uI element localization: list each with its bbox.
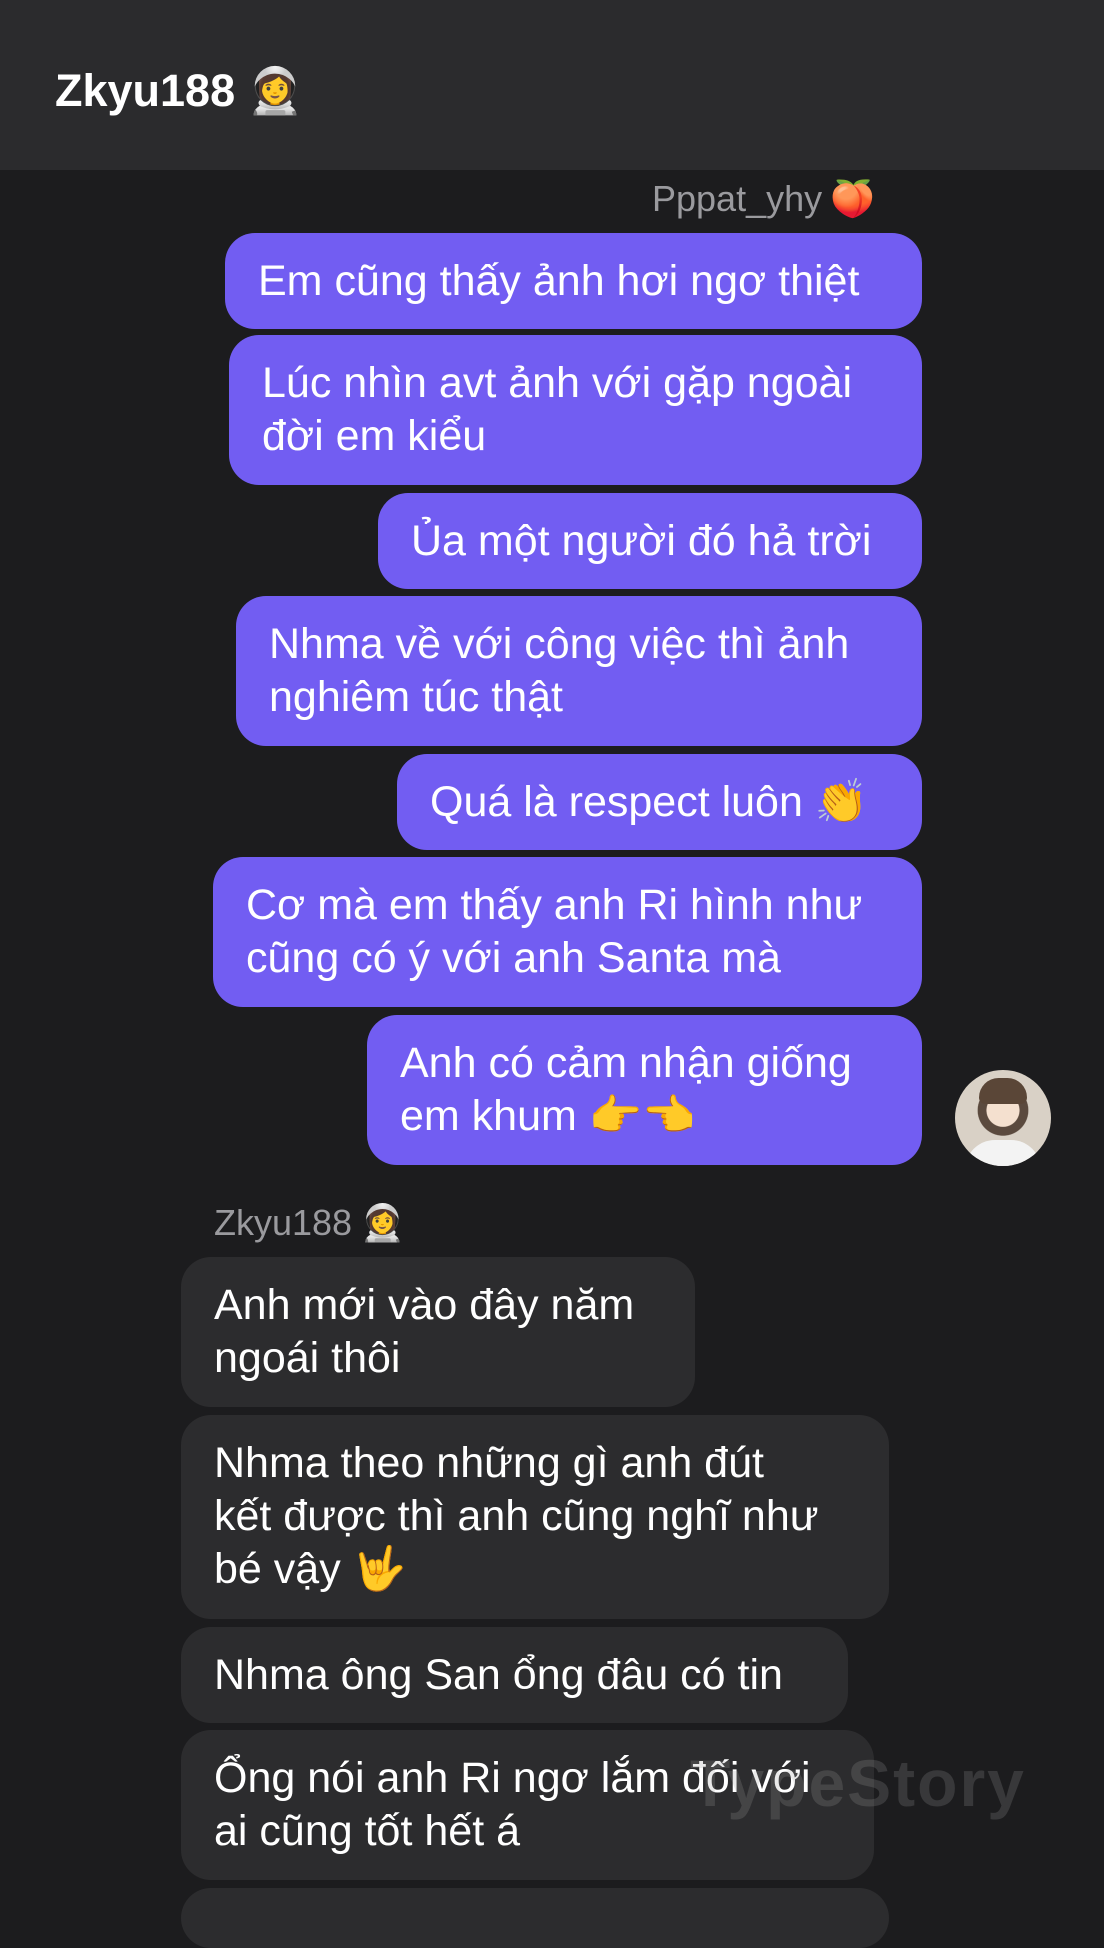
avatar-shirt xyxy=(965,1140,1041,1166)
sent-message[interactable]: Anh có cảm nhận giống em khum 👉👈 xyxy=(367,1015,922,1165)
astronaut-icon: 👩‍🚀 xyxy=(360,1203,405,1244)
sender-name-text: Pppat_yhy xyxy=(652,178,823,219)
receiver-name: Zkyu188 👩‍🚀 xyxy=(214,1202,405,1244)
received-message-partial[interactable] xyxy=(181,1888,889,1948)
sent-message[interactable]: Quá là respect luôn 👏 xyxy=(397,754,922,850)
avatar-hair xyxy=(979,1078,1027,1104)
sent-message[interactable]: Cơ mà em thấy anh Ri hình như cũng có ý … xyxy=(213,857,922,1007)
receiver-name-text: Zkyu188 xyxy=(214,1202,353,1243)
astronaut-icon: 👩‍🚀 xyxy=(247,64,304,117)
chat-title[interactable]: Zkyu188 👩‍🚀 xyxy=(55,64,303,117)
sent-message[interactable]: Lúc nhìn avt ảnh với gặp ngoài đời em ki… xyxy=(229,335,922,485)
chat-title-text: Zkyu188 xyxy=(55,64,236,116)
received-message[interactable]: Nhma ông San ổng đâu có tin xyxy=(181,1627,848,1723)
chat-header: Zkyu188 👩‍🚀 xyxy=(0,0,1104,170)
sent-message[interactable]: Em cũng thấy ảnh hơi ngơ thiệt xyxy=(225,233,922,329)
received-message[interactable]: Nhma theo những gì anh đút kết được thì … xyxy=(181,1415,889,1619)
sent-message[interactable]: Ủa một người đó hả trời xyxy=(378,493,922,589)
received-message[interactable]: Anh mới vào đây năm ngoái thôi xyxy=(181,1257,695,1407)
sent-message[interactable]: Nhma về với công việc thì ảnh nghiêm túc… xyxy=(236,596,922,746)
sender-name: Pppat_yhy 🍑 xyxy=(652,178,875,220)
peach-icon: 🍑 xyxy=(830,179,875,220)
avatar[interactable] xyxy=(955,1070,1051,1166)
watermark: TypeStory xyxy=(690,1746,1026,1820)
